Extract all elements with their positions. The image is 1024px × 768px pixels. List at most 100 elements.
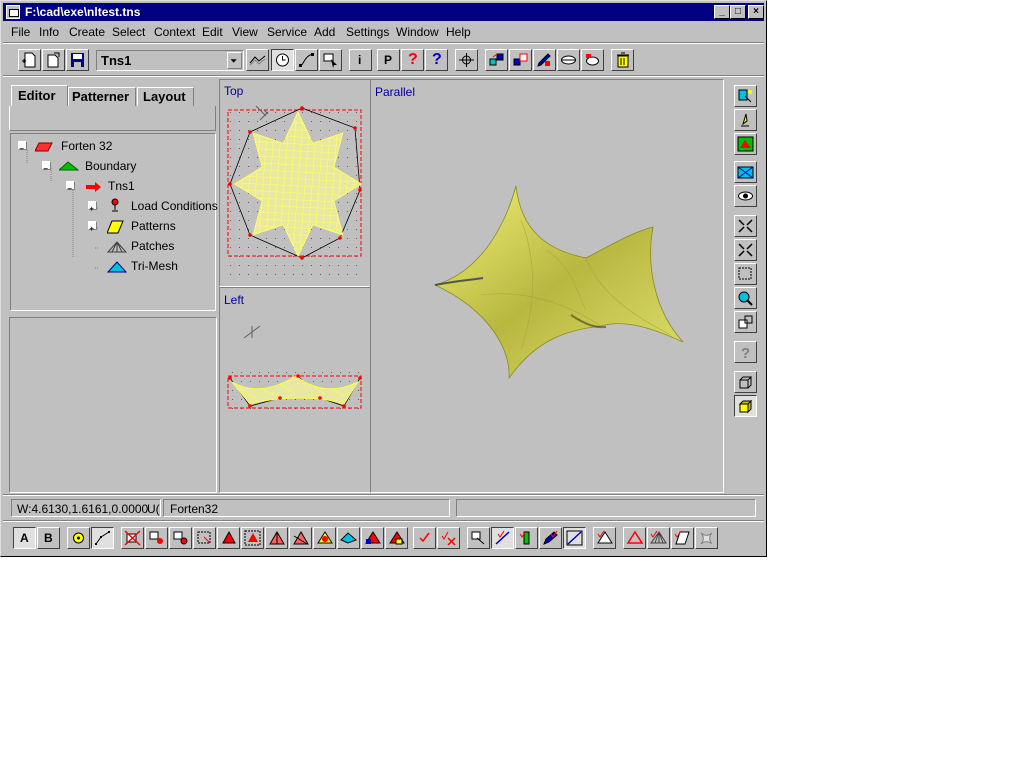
pan-button[interactable] [734, 311, 757, 333]
maximize-button[interactable]: □ [730, 5, 746, 19]
menu-context[interactable]: Context [154, 25, 195, 39]
help-side-button[interactable]: ? [734, 341, 757, 363]
open-button[interactable] [42, 49, 65, 71]
node-button-6[interactable] [265, 527, 288, 549]
wireframe-button[interactable] [734, 371, 757, 393]
pick-object-button[interactable] [319, 49, 342, 71]
tab-layout[interactable]: Layout [137, 87, 194, 107]
point-icon [73, 532, 84, 544]
tab-patterner[interactable]: Patterner [68, 87, 136, 107]
tri-button-3[interactable] [647, 527, 670, 549]
menu-service[interactable]: Service [267, 25, 307, 39]
menu-edit[interactable]: Edit [202, 25, 223, 39]
zoom-in-button[interactable] [734, 215, 757, 237]
copy-transform-button[interactable] [509, 49, 532, 71]
node-button-4[interactable] [217, 527, 240, 549]
polyline-button[interactable] [91, 527, 114, 549]
menu-add[interactable]: Add [314, 25, 335, 39]
node-button-2[interactable] [169, 527, 192, 549]
node-move-icon [173, 531, 188, 545]
menu-help[interactable]: Help [446, 25, 471, 39]
node-button-11[interactable] [385, 527, 408, 549]
trash-button[interactable] [611, 49, 634, 71]
tri-button-4[interactable] [671, 527, 694, 549]
light-button[interactable] [734, 109, 757, 131]
a-button[interactable]: A [13, 527, 36, 549]
curve-button[interactable] [295, 49, 318, 71]
node-button-10[interactable] [361, 527, 384, 549]
transform-button[interactable] [485, 49, 508, 71]
viewport-top[interactable]: Top [219, 79, 371, 287]
svg-text:?: ? [741, 345, 750, 360]
tri-button-5[interactable] [695, 527, 718, 549]
info-button[interactable]: i [349, 49, 372, 71]
close-button[interactable]: × [748, 5, 764, 19]
menu-select[interactable]: Select [112, 25, 145, 39]
b-button[interactable]: B [37, 527, 60, 549]
render-button[interactable] [734, 85, 757, 107]
snap-button[interactable] [455, 49, 478, 71]
viewport-left[interactable]: Left [219, 287, 371, 493]
mesh-button-2[interactable] [491, 527, 514, 549]
shade-button[interactable] [734, 133, 757, 155]
clock-button[interactable] [271, 49, 294, 71]
connect-button[interactable] [581, 49, 604, 71]
node-button-9[interactable] [337, 527, 360, 549]
line-icon [495, 530, 510, 545]
new-button[interactable] [18, 49, 41, 71]
diagonal-icon [566, 530, 583, 546]
menu-info[interactable]: Info [39, 25, 59, 39]
open-file-icon [47, 52, 60, 68]
mesh-button-4[interactable] [539, 527, 562, 549]
p-icon: P [384, 53, 393, 67]
tree-collapse-toggle[interactable] [18, 141, 27, 150]
node-button-7[interactable] [289, 527, 312, 549]
title-bar[interactable]: F:\cad\exe\nltest.tns _ □ × [3, 3, 764, 21]
delete-node-button[interactable] [121, 527, 144, 549]
object-combo[interactable]: Tns1 [96, 50, 244, 71]
membrane-3d-render [433, 185, 684, 380]
minimize-button[interactable]: _ [714, 5, 730, 19]
save-button[interactable] [66, 49, 89, 71]
point-button[interactable] [67, 527, 90, 549]
surface-view-button[interactable] [246, 49, 269, 71]
menu-window[interactable]: Window [396, 25, 439, 39]
node-button-5[interactable] [241, 527, 264, 549]
check-button[interactable] [413, 527, 436, 549]
combo-dropdown-button[interactable] [227, 52, 242, 69]
menu-create[interactable]: Create [69, 25, 105, 39]
b-button-label: B [44, 531, 53, 545]
mesh-button-5[interactable] [563, 527, 586, 549]
viewport-parallel[interactable]: Parallel [370, 79, 724, 493]
mesh-button-1[interactable] [467, 527, 490, 549]
tab-layout-label: Layout [143, 89, 186, 104]
tree-expand-toggle[interactable] [88, 201, 97, 211]
help-button[interactable]: ? [401, 49, 424, 71]
node-button-3[interactable] [193, 527, 216, 549]
edit-tool-button[interactable] [533, 49, 556, 71]
zoom-button[interactable] [734, 287, 757, 309]
node-button-8[interactable] [313, 527, 336, 549]
tree-collapse-toggle[interactable] [42, 161, 51, 170]
properties-button[interactable]: P [377, 49, 400, 71]
tri-button-2[interactable] [623, 527, 646, 549]
zoom-window-button[interactable] [734, 263, 757, 285]
system-menu-icon[interactable] [6, 5, 20, 19]
mesh-button-3[interactable] [515, 527, 538, 549]
node-button-1[interactable] [145, 527, 168, 549]
uncheck-button[interactable] [437, 527, 460, 549]
menu-settings[interactable]: Settings [346, 25, 389, 39]
context-help-button[interactable]: ? [425, 49, 448, 71]
tri-button-1[interactable] [593, 527, 616, 549]
zoom-extents-button[interactable] [734, 239, 757, 261]
solid-button[interactable] [734, 395, 757, 417]
tree-collapse-toggle[interactable] [66, 181, 75, 190]
menu-file[interactable]: File [11, 25, 30, 39]
tab-editor[interactable]: Editor [11, 85, 68, 107]
camera-button[interactable] [734, 161, 757, 183]
link-button[interactable] [557, 49, 580, 71]
menu-view[interactable]: View [232, 25, 258, 39]
tree-expand-toggle[interactable] [88, 221, 97, 231]
eye-button[interactable] [734, 185, 757, 207]
crosshair-icon [459, 53, 474, 67]
